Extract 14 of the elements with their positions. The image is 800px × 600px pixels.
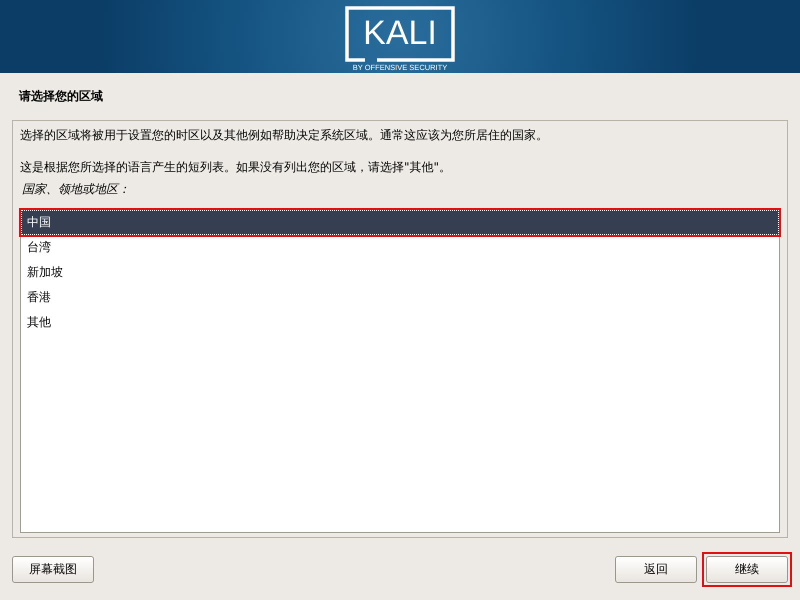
description-text: 选择的区域将被用于设置您的时区以及其他例如帮助决定系统区域。通常这应该为您所居住的国家。: [20, 127, 549, 143]
page-title: 请选择您的区域: [18, 88, 104, 105]
action-button[interactable]: 屏幕截图: [12, 556, 94, 582]
list-item[interactable]: 台湾: [21, 235, 779, 260]
list-item[interactable]: 香港: [21, 285, 779, 310]
logo-frame-icon: [345, 6, 455, 62]
list-item[interactable]: 新加坡: [21, 260, 779, 285]
note-text: 这是根据您所选择的语言产生的短列表。如果没有列出您的区域，请选择"其他"。: [20, 159, 452, 175]
list-item[interactable]: 中国: [21, 210, 779, 235]
action-button[interactable]: 返回: [615, 556, 697, 582]
list-label: 国家、领地或地区：: [21, 181, 131, 197]
action-button[interactable]: 继续: [706, 556, 788, 582]
list-item[interactable]: 其他: [21, 310, 779, 335]
logo-text: KALI: [363, 13, 437, 53]
